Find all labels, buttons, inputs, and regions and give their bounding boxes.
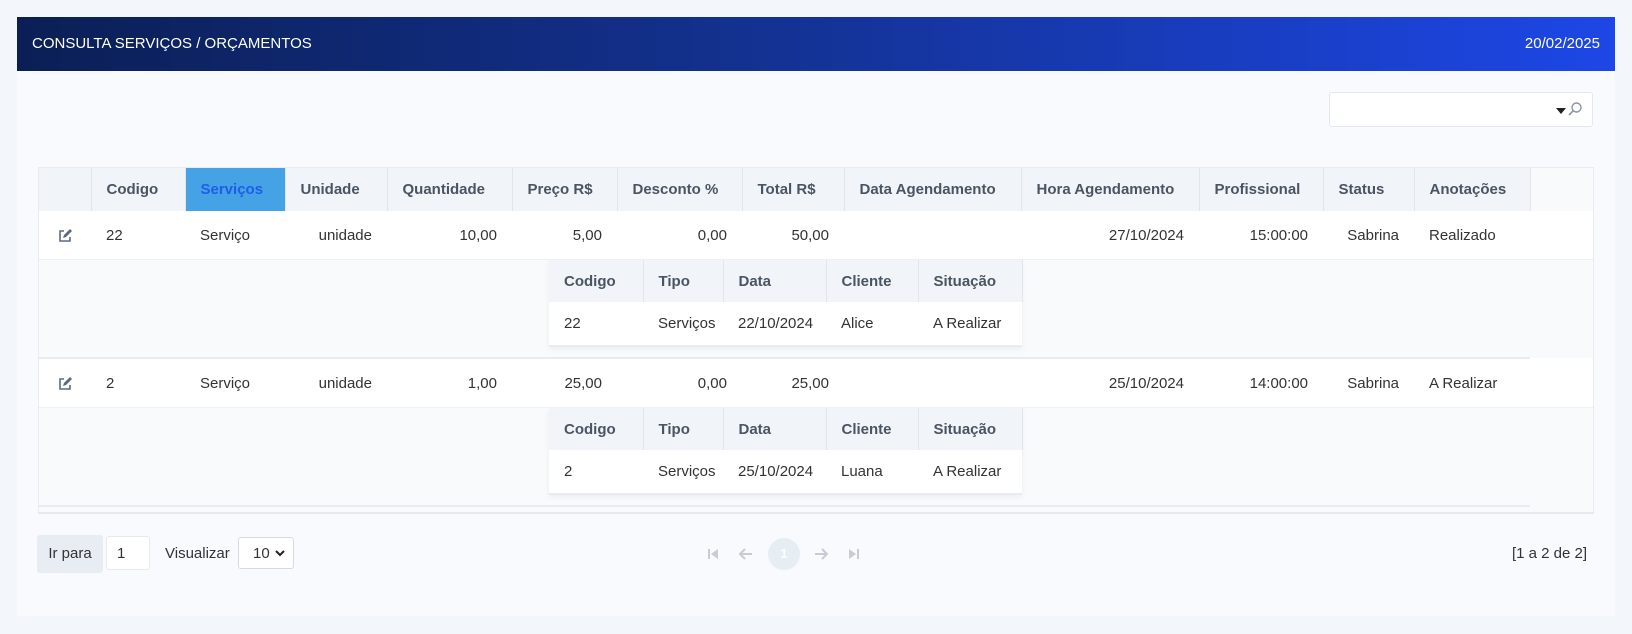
column-header-total[interactable]: Total R$ [742,168,845,211]
detail-situacao: A Realizar [918,450,1022,495]
cell-codigo: 2 [91,358,185,408]
cell-preco: 25,00 [512,358,617,408]
cell-preco: 5,00 [512,211,617,260]
goto-page-button[interactable]: Ir para [37,535,103,573]
cell-unidade: unidade [285,358,387,408]
column-header-data-agendamento[interactable]: Data Agendamento [844,168,1022,211]
column-header-servicos[interactable]: Serviços [185,168,286,211]
current-page-button[interactable]: 1 [768,538,800,570]
detail-header-cliente: Cliente [826,260,919,302]
column-header-preco[interactable]: Preço R$ [512,168,618,211]
services-grid: Codigo Serviços Unidade Quantidade Preço… [38,167,1594,514]
detail-header-situacao: Situação [918,260,1023,302]
cell-desconto: 0,00 [617,211,742,260]
column-header-anotacoes[interactable]: Anotações [1414,168,1531,211]
detail-tipo: Serviços [643,450,723,495]
detail-cliente: Alice [826,302,918,347]
next-page-icon[interactable] [813,546,829,562]
cell-desconto: 0,00 [617,358,742,408]
cell-data-agendamento: 25/10/2024 [844,358,1199,408]
column-header-unidade[interactable]: Unidade [285,168,388,211]
detail-header-cliente: Cliente [826,408,919,450]
chevron-down-icon [275,550,285,557]
cell-quantidade: 10,00 [387,211,512,260]
rows-per-page-select[interactable]: 10 [238,537,294,569]
detail-header-data: Data [723,260,827,302]
cell-status: Realizado [1414,211,1530,260]
header-date: 20/02/2025 [1524,35,1600,52]
column-header-quantidade[interactable]: Quantidade [387,168,513,211]
main-panel: CONSULTA SERVIÇOS / ORÇAMENTOS 20/02/202… [17,17,1615,616]
cell-data-agendamento: 27/10/2024 [844,211,1199,260]
row-detail: Codigo Tipo Data Cliente Situação 2 Serv… [39,407,1593,507]
cell-profissional: Sabrina [1323,358,1414,408]
detail-header-tipo: Tipo [643,408,724,450]
page-header: CONSULTA SERVIÇOS / ORÇAMENTOS 20/02/202… [17,17,1615,71]
detail-table: Codigo Tipo Data Cliente Situação 22 Ser… [549,260,1023,347]
column-header-desconto[interactable]: Desconto % [617,168,743,211]
last-page-icon[interactable] [846,546,862,562]
caret-down-icon[interactable] [1556,108,1566,114]
table-row[interactable]: 22 Serviço unidade 10,00 5,00 0,00 50,00… [39,211,1593,260]
table-row[interactable]: 2 Serviço unidade 1,00 25,00 0,00 25,00 … [39,358,1593,408]
detail-cliente: Luana [826,450,918,495]
search-icon[interactable] [1567,101,1583,117]
column-header-profissional[interactable]: Profissional [1199,168,1324,211]
edit-cell[interactable] [39,358,91,408]
detail-situacao: A Realizar [918,302,1022,347]
detail-table: Codigo Tipo Data Cliente Situação 2 Serv… [549,408,1023,495]
edit-icon[interactable] [57,228,73,244]
cell-profissional: Sabrina [1323,211,1414,260]
cell-status: A Realizar [1414,358,1530,408]
cell-total: 50,00 [742,211,844,260]
detail-header-tipo: Tipo [643,260,724,302]
cell-anotacoes [1530,358,1593,408]
detail-header-data: Data [723,408,827,450]
detail-codigo: 2 [549,450,643,495]
detail-header-codigo: Codigo [549,408,644,450]
detail-data: 22/10/2024 [723,302,826,347]
page-title: CONSULTA SERVIÇOS / ORÇAMENTOS [32,35,312,52]
column-header-status[interactable]: Status [1323,168,1415,211]
rows-per-page-value: 10 [253,545,270,562]
global-search-input[interactable] [1329,92,1593,127]
rows-per-page-label: Visualizar [165,545,230,562]
page-report: [1 a 2 de 2] [1511,545,1587,562]
cell-unidade: unidade [285,211,387,260]
detail-header-situacao: Situação [918,408,1023,450]
cell-servico: Serviço [185,211,285,260]
detail-tipo: Serviços [643,302,723,347]
detail-codigo: 22 [549,302,643,347]
edit-icon[interactable] [57,376,73,392]
cell-quantidade: 1,00 [387,358,512,408]
cell-servico: Serviço [185,358,285,408]
pagination-bar: Ir para 1 Visualizar 10 1 [1 a 2 de 2] [17,535,1615,575]
column-header-codigo[interactable]: Codigo [91,168,186,211]
detail-row: 22 Serviços 22/10/2024 Alice A Realizar [549,302,1022,347]
first-page-icon[interactable] [705,546,721,562]
previous-page-icon[interactable] [738,546,754,562]
detail-row: 2 Serviços 25/10/2024 Luana A Realizar [549,450,1022,495]
page-number-input[interactable]: 1 [106,536,150,570]
cell-hora-agendamento: 14:00:00 [1199,358,1323,408]
cell-total: 25,00 [742,358,844,408]
row-detail: Codigo Tipo Data Cliente Situação 22 Ser… [39,259,1593,359]
cell-anotacoes [1530,211,1593,260]
cell-hora-agendamento: 15:00:00 [1199,211,1323,260]
detail-header-codigo: Codigo [549,260,644,302]
detail-data: 25/10/2024 [723,450,826,495]
column-header-edit [39,168,92,211]
column-header-hora-agendamento[interactable]: Hora Agendamento [1021,168,1200,211]
edit-cell[interactable] [39,211,91,260]
cell-codigo: 22 [91,211,185,260]
